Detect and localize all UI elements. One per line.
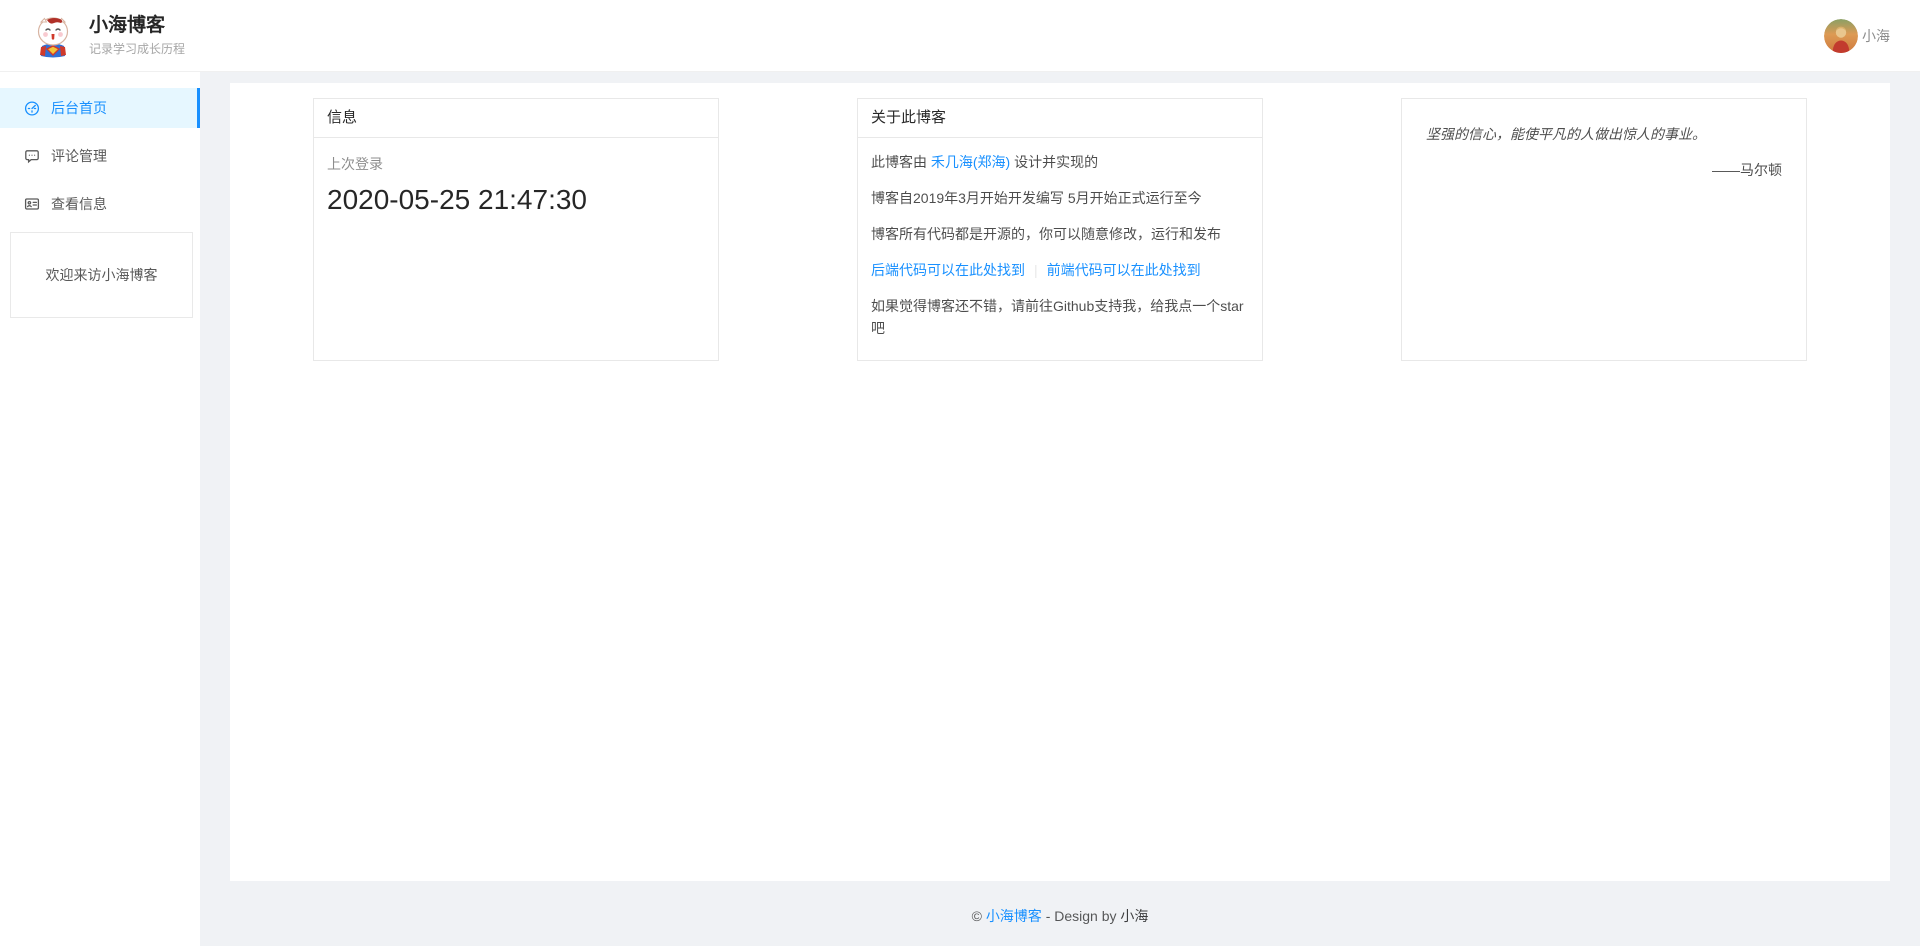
page-footer: © 小海博客 - Design by 小海 [230, 881, 1920, 926]
sidebar-item-label: 查看信息 [51, 194, 107, 214]
last-login-label: 上次登录 [327, 154, 705, 174]
dashboard-icon [24, 100, 40, 116]
cards-grid: 信息 上次登录 2020-05-25 21:47:30 关于此博客 此博客由 禾… [313, 98, 1807, 361]
site-subtitle: 记录学习成长历程 [89, 40, 185, 57]
frontend-code-link[interactable]: 前端代码可以在此处找到 [1047, 262, 1201, 278]
welcome-box: 欢迎来访小海博客 [10, 232, 193, 318]
about-author-prefix: 此博客由 [871, 154, 931, 170]
footer-site-link[interactable]: 小海博客 [986, 908, 1042, 924]
backend-code-link[interactable]: 后端代码可以在此处找到 [871, 262, 1025, 278]
idcard-icon [24, 196, 40, 212]
about-line-star: 如果觉得博客还不错，请前往Github支持我，给我点一个star吧 [871, 295, 1249, 339]
about-card: 关于此博客 此博客由 禾几海(郑海) 设计并实现的 博客自2019年3月开始开发… [857, 98, 1263, 361]
footer-author: 小海 [1120, 908, 1148, 924]
quote-author: ——马尔顿 [1426, 160, 1782, 180]
welcome-text: 欢迎来访小海博客 [46, 265, 158, 285]
footer-middle-text: - Design by [1042, 908, 1121, 924]
about-line-opensource: 博客所有代码都是开源的，你可以随意修改，运行和发布 [871, 223, 1249, 245]
sidebar-item-comments[interactable]: 评论管理 [0, 136, 200, 176]
page-layout: 后台首页 评论管理 查看信息 [0, 72, 1920, 946]
about-author-suffix: 设计并实现的 [1010, 154, 1098, 170]
about-card-body: 此博客由 禾几海(郑海) 设计并实现的 博客自2019年3月开始开发编写 5月开… [858, 138, 1262, 352]
links-divider: | [1034, 262, 1038, 278]
about-line-history: 博客自2019年3月开始开发编写 5月开始正式运行至今 [871, 187, 1249, 209]
last-login-value: 2020-05-25 21:47:30 [327, 184, 705, 216]
author-link[interactable]: 禾几海(郑海) [931, 154, 1010, 170]
copyright-symbol: © [972, 908, 986, 924]
sidebar-item-label: 后台首页 [51, 98, 107, 118]
user-name: 小海 [1862, 26, 1890, 46]
user-avatar [1824, 19, 1858, 53]
main-column: 信息 上次登录 2020-05-25 21:47:30 关于此博客 此博客由 禾… [230, 72, 1920, 946]
about-line-author: 此博客由 禾几海(郑海) 设计并实现的 [871, 151, 1249, 173]
comment-icon [24, 148, 40, 164]
info-card: 信息 上次登录 2020-05-25 21:47:30 [313, 98, 719, 361]
quote-card: 坚强的信心，能使平凡的人做出惊人的事业。 ——马尔顿 [1401, 98, 1807, 361]
content-area: 信息 上次登录 2020-05-25 21:47:30 关于此博客 此博客由 禾… [230, 83, 1890, 881]
sidebar-item-label: 评论管理 [51, 146, 107, 166]
quote-text: 坚强的信心，能使平凡的人做出惊人的事业。 [1426, 124, 1782, 144]
top-header: 小海博客 记录学习成长历程 [0, 0, 1920, 72]
about-line-links: 后端代码可以在此处找到 | 前端代码可以在此处找到 [871, 259, 1249, 281]
brand-text-block: 小海博客 记录学习成长历程 [89, 15, 185, 57]
info-card-body: 上次登录 2020-05-25 21:47:30 [314, 138, 718, 229]
blog-logo-icon [30, 13, 76, 59]
sidebar: 后台首页 评论管理 查看信息 [0, 72, 200, 946]
site-title: 小海博客 [89, 15, 185, 37]
header-brand[interactable]: 小海博客 记录学习成长历程 [30, 13, 185, 59]
sidebar-item-view-info[interactable]: 查看信息 [0, 184, 200, 224]
about-card-title: 关于此博客 [858, 99, 1262, 138]
info-card-title: 信息 [314, 99, 718, 138]
sidebar-item-dashboard[interactable]: 后台首页 [0, 88, 200, 128]
quote-card-body: 坚强的信心，能使平凡的人做出惊人的事业。 ——马尔顿 [1402, 99, 1806, 205]
user-menu[interactable]: 小海 [1824, 19, 1890, 53]
